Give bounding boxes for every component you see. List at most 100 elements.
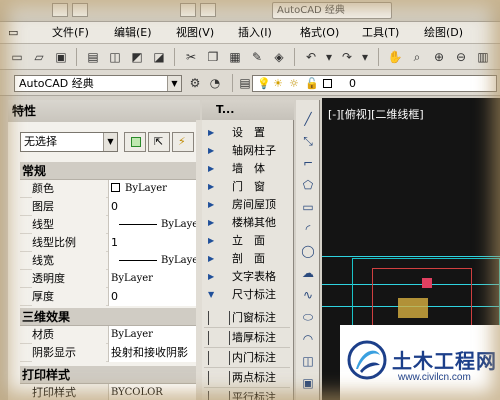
property-value[interactable]: ByLayer bbox=[108, 270, 198, 288]
workspace-settings-icon[interactable]: ⚙ bbox=[186, 74, 204, 92]
properties-icon[interactable]: ▥ bbox=[474, 48, 492, 66]
menu-insert[interactable]: 插入(I) bbox=[238, 25, 272, 41]
property-value[interactable]: 投射和接收阴影 bbox=[108, 344, 198, 362]
property-value[interactable]: 0 bbox=[108, 288, 198, 306]
layer-freeze-viewport-icon[interactable]: ☼ bbox=[289, 76, 299, 91]
circle-icon[interactable]: ◯ bbox=[299, 242, 317, 260]
palette-item-elevation[interactable]: ▶ 立 面 bbox=[204, 232, 290, 250]
undo-icon[interactable]: ↶ bbox=[302, 48, 320, 66]
ellipse-arc-icon[interactable]: ◠ bbox=[299, 330, 317, 348]
new-icon[interactable] bbox=[52, 3, 68, 17]
property-row-lineweight[interactable]: 线宽 ByLayer bbox=[20, 252, 198, 270]
palette-item-rooms-roof[interactable]: ▶ 房间屋顶 bbox=[204, 196, 290, 214]
selection-dropdown[interactable]: 无选择 ▼ bbox=[20, 132, 118, 152]
viewport-controls-label[interactable]: [-][俯视][二维线框] bbox=[328, 106, 424, 122]
property-value[interactable]: 0 bbox=[108, 198, 198, 216]
spline-icon[interactable]: ∿ bbox=[299, 286, 317, 304]
quick-access-dropdown-icon[interactable] bbox=[200, 3, 216, 17]
arc-icon[interactable]: ◜ bbox=[299, 220, 317, 238]
zoom-realtime-icon[interactable]: ⌕ bbox=[408, 48, 426, 66]
layer-lock-icon[interactable]: 🔓 bbox=[305, 76, 319, 91]
menu-tools[interactable]: 工具(T) bbox=[362, 25, 399, 41]
menu-view[interactable]: 视图(V) bbox=[176, 25, 214, 41]
publish-icon[interactable]: ◩ bbox=[128, 48, 146, 66]
copy-icon[interactable]: ❐ bbox=[204, 48, 222, 66]
property-row-color[interactable]: 颜色 ByLayer bbox=[20, 180, 198, 198]
print-icon[interactable]: ▤ bbox=[84, 48, 102, 66]
property-row-layer[interactable]: 图层 0 bbox=[20, 198, 198, 216]
menu-icon[interactable]: ▭ bbox=[8, 25, 18, 41]
ellipse-icon[interactable]: ⬭ bbox=[299, 308, 317, 326]
insert-block-icon[interactable]: ◫ bbox=[299, 352, 317, 370]
property-value[interactable]: ByLayer bbox=[108, 326, 198, 344]
redo-dropdown-icon[interactable]: ▾ bbox=[356, 48, 374, 66]
tool-palette-title[interactable]: T... bbox=[202, 100, 294, 120]
palette-subitem-door-window-dim[interactable]: 门窗标注 bbox=[204, 308, 290, 328]
menu-file[interactable]: 文件(F) bbox=[52, 25, 89, 41]
print-preview-icon[interactable]: ◫ bbox=[106, 48, 124, 66]
palette-item-walls[interactable]: ▶ 墙 体 bbox=[204, 160, 290, 178]
construction-line-icon[interactable]: ⤡ bbox=[299, 132, 317, 150]
menu-draw[interactable]: 绘图(D) bbox=[424, 25, 463, 41]
paste-icon[interactable]: ▦ bbox=[226, 48, 244, 66]
property-row-linetype-scale[interactable]: 线型比例 1 bbox=[20, 234, 198, 252]
cut-icon[interactable]: ✂ bbox=[182, 48, 200, 66]
layer-freeze-sun-icon[interactable]: ☀ bbox=[273, 76, 283, 91]
customize-icon[interactable]: ◔ bbox=[206, 74, 224, 92]
match-properties-icon[interactable]: ✎ bbox=[248, 48, 266, 66]
rectangle-icon[interactable]: ▭ bbox=[299, 198, 317, 216]
toggle-pickadd-icon[interactable] bbox=[124, 132, 146, 152]
quick-access-icon[interactable] bbox=[180, 3, 196, 17]
palette-subitem-two-point-dim[interactable]: 两点标注 bbox=[204, 368, 290, 388]
property-value[interactable]: ByLayer bbox=[108, 180, 198, 198]
menu-format[interactable]: 格式(O) bbox=[300, 25, 339, 41]
property-row-linetype[interactable]: 线型 ByLayer bbox=[20, 216, 198, 234]
polygon-icon[interactable]: ⬠ bbox=[299, 176, 317, 194]
palette-item-doors-windows[interactable]: ▶ 门 窗 bbox=[204, 178, 290, 196]
palette-subitem-inner-door-dim[interactable]: 内门标注 bbox=[204, 348, 290, 368]
revision-cloud-icon[interactable]: ☁ bbox=[299, 264, 317, 282]
property-value[interactable]: ByLayer bbox=[108, 216, 198, 234]
menu-edit[interactable]: 编辑(E) bbox=[114, 25, 152, 41]
property-value[interactable]: 1 bbox=[108, 234, 198, 252]
palette-subitem-wall-thickness-dim[interactable]: 墙厚标注 bbox=[204, 328, 290, 348]
chevron-down-icon[interactable]: ▼ bbox=[103, 133, 117, 151]
layer-dropdown[interactable]: 💡 ☀ ☼ 🔓 0 bbox=[252, 75, 497, 92]
block-editor-icon[interactable]: ◈ bbox=[270, 48, 288, 66]
select-objects-icon[interactable]: ⇱ bbox=[148, 132, 170, 152]
zoom-window-icon[interactable]: ⊕ bbox=[430, 48, 448, 66]
palette-subitem-parallel-dim[interactable]: 平行标注 bbox=[204, 388, 290, 400]
property-row-transparency[interactable]: 透明度 ByLayer bbox=[20, 270, 198, 288]
workspace-title-field[interactable]: AutoCAD 经典 bbox=[272, 2, 392, 19]
palette-item-text-tables[interactable]: ▶ 文字表格 bbox=[204, 268, 290, 286]
property-row-shadow-display[interactable]: 阴影显示 投射和接收阴影 bbox=[20, 344, 198, 362]
open-icon[interactable] bbox=[72, 3, 88, 17]
quick-select-icon[interactable]: ⚡ bbox=[172, 132, 194, 152]
layer-on-bulb-icon[interactable]: 💡 bbox=[257, 76, 271, 91]
section-general[interactable]: 常规 bbox=[20, 162, 198, 180]
open-folder-icon[interactable]: ▱ bbox=[30, 48, 48, 66]
undo-dropdown-icon[interactable]: ▾ bbox=[320, 48, 338, 66]
section-print-style[interactable]: 打印样式 bbox=[20, 366, 198, 384]
section-3d-effects[interactable]: 三维效果 bbox=[20, 308, 198, 326]
palette-item-stairs-other[interactable]: ▶ 楼梯其他 bbox=[204, 214, 290, 232]
palette-item-axis-grid[interactable]: ▶ 轴网柱子 bbox=[204, 142, 290, 160]
palette-item-section[interactable]: ▶ 剖 面 bbox=[204, 250, 290, 268]
property-row-material[interactable]: 材质 ByLayer bbox=[20, 326, 198, 344]
plot-icon[interactable]: ◪ bbox=[150, 48, 168, 66]
palette-item-settings[interactable]: ▶ 设 置 bbox=[204, 124, 290, 142]
workspace-dropdown[interactable]: AutoCAD 经典 ▼ bbox=[14, 75, 182, 92]
polyline-icon[interactable]: ⌐ bbox=[299, 154, 317, 172]
line-icon[interactable]: ╱ bbox=[299, 110, 317, 128]
pan-icon[interactable]: ✋ bbox=[386, 48, 404, 66]
property-value[interactable]: ByLayer bbox=[108, 252, 198, 270]
chevron-down-icon[interactable]: ▼ bbox=[167, 76, 181, 91]
redo-icon[interactable]: ↷ bbox=[338, 48, 356, 66]
make-block-icon[interactable]: ▣ bbox=[299, 374, 317, 392]
zoom-previous-icon[interactable]: ⊖ bbox=[452, 48, 470, 66]
save-icon[interactable]: ▣ bbox=[52, 48, 70, 66]
property-row-print-style[interactable]: 打印样式 BYCOLOR bbox=[20, 384, 198, 400]
property-value[interactable]: BYCOLOR bbox=[108, 384, 198, 400]
palette-item-dimensions[interactable]: ▼ 尺寸标注 bbox=[204, 286, 290, 304]
new-file-icon[interactable]: ▭ bbox=[8, 48, 26, 66]
